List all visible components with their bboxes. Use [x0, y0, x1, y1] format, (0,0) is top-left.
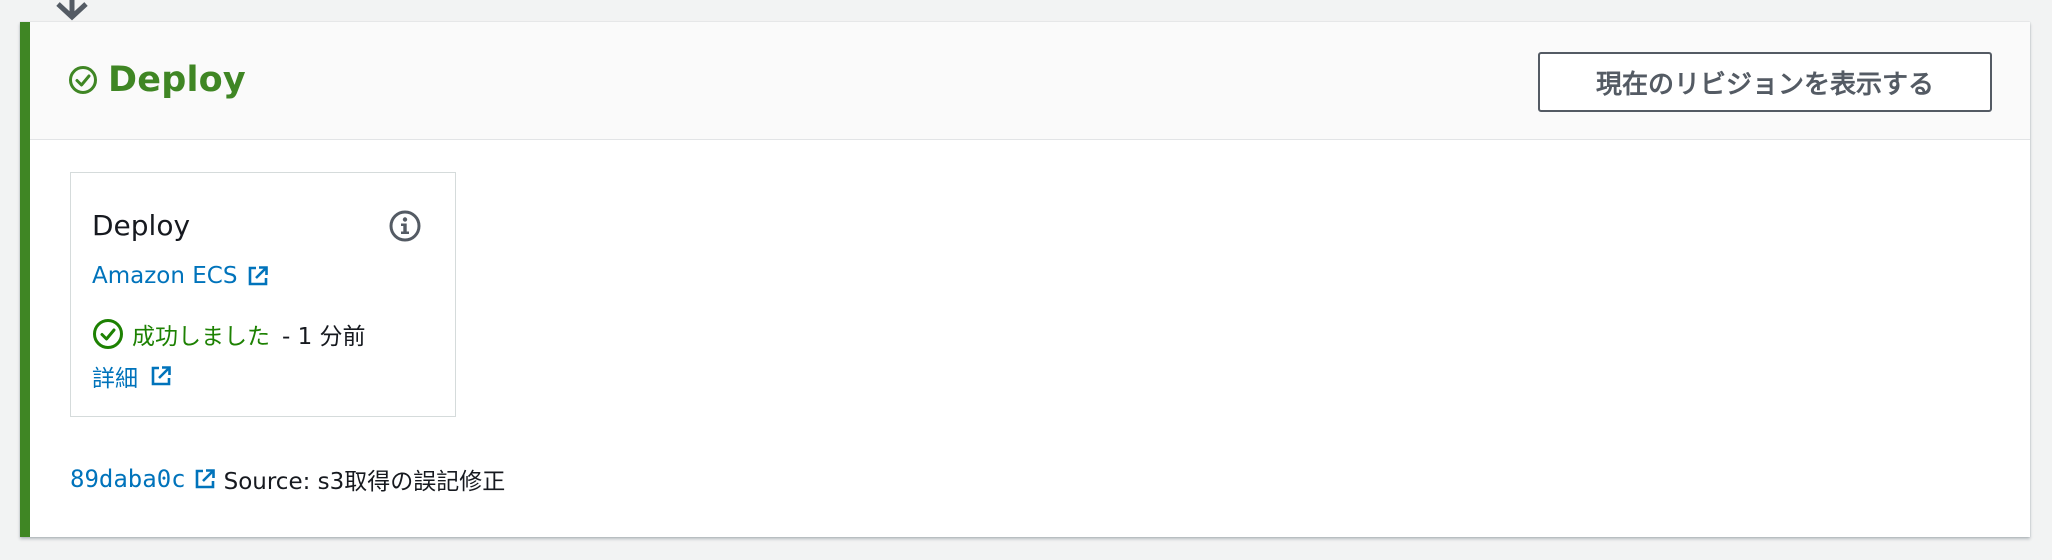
action-card: Deploy Amazon ECS 成功しました - 1 分前 詳細: [70, 172, 456, 417]
external-link-icon: [150, 365, 172, 387]
commit-message: Source: s3取得の誤記修正: [223, 469, 506, 495]
view-current-revision-button[interactable]: 現在のリビジョンを表示する: [1538, 52, 1992, 112]
provider-link-label: Amazon ECS: [92, 263, 238, 289]
stage-header: Deploy 現在のリビジョンを表示する: [30, 22, 2030, 140]
details-link-label: 詳細: [92, 366, 138, 392]
commit-row: 89daba0c Source: s3取得の誤記修正: [70, 462, 505, 496]
status-text: 成功しました: [132, 324, 270, 350]
stage-title: Deploy: [68, 60, 246, 100]
pipeline-stage: Deploy 現在のリビジョンを表示する Deploy Amazon ECS 成…: [20, 22, 2030, 537]
transition-arrow-icon: [52, 0, 92, 22]
info-icon[interactable]: [388, 209, 422, 243]
action-name: Deploy: [92, 209, 191, 242]
external-link-icon: [247, 265, 269, 287]
details-link[interactable]: 詳細: [92, 359, 172, 393]
external-link-icon[interactable]: [194, 468, 216, 490]
action-status: 成功しました - 1 分前: [92, 317, 366, 351]
amazon-ecs-link[interactable]: Amazon ECS: [92, 263, 269, 289]
stage-title-text: Deploy: [108, 60, 246, 100]
check-circle-icon: [92, 318, 124, 350]
status-time: - 1 分前: [282, 324, 366, 350]
commit-id-link[interactable]: 89daba0c: [70, 465, 186, 493]
check-circle-icon: [68, 65, 98, 95]
